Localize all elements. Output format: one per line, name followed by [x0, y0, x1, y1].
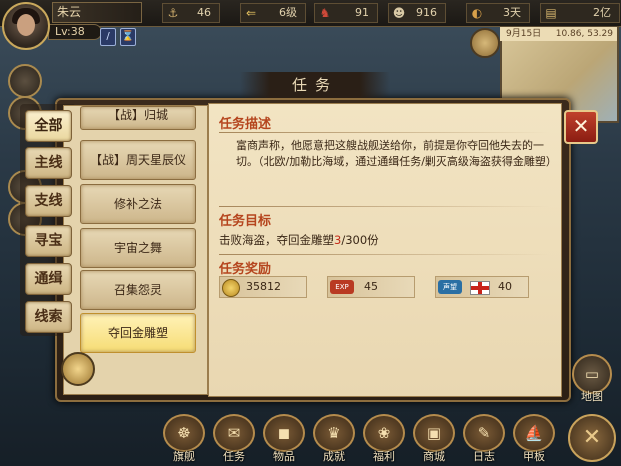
tab-clue[interactable]: 线索	[25, 301, 72, 333]
close-button[interactable]: ✕	[564, 110, 598, 144]
player-avatar[interactable]	[2, 2, 50, 50]
gift-icon: ❀	[363, 414, 405, 452]
arrows-icon: ⇐	[245, 6, 257, 20]
reputation-badge-icon: 声望	[438, 280, 462, 294]
tab-side[interactable]: 支线	[25, 185, 72, 217]
nav-achievement[interactable]: ♛ 成就	[310, 414, 358, 466]
crew-icon: ♞	[319, 6, 331, 20]
nav-items[interactable]: ◼ 物品	[260, 414, 308, 466]
desc-title: 任务描述	[219, 117, 272, 132]
reward-title: 任务奖励	[219, 262, 272, 277]
sailor-icon: ☻	[392, 6, 406, 20]
exp-badge-icon: EXP	[330, 280, 354, 294]
side-button-1[interactable]	[8, 64, 42, 98]
england-flag-icon	[470, 281, 490, 295]
chest-icon: ◼	[263, 414, 305, 452]
divider	[219, 206, 549, 207]
book-icon: ✎	[463, 414, 505, 452]
quest-item[interactable]: 召集怨灵	[80, 270, 196, 310]
goal-title: 任务目标	[219, 214, 272, 229]
quest-item-selected[interactable]: 夺回金雕塑	[80, 313, 196, 353]
shop-chest-icon: ▣	[413, 414, 455, 452]
bread-icon: ◐	[471, 6, 483, 20]
tab-main[interactable]: 主线	[25, 147, 72, 179]
nav-flagship[interactable]: ☸ 旗舰	[160, 414, 208, 466]
compass-icon[interactable]	[470, 28, 500, 58]
quest-item[interactable]: 修补之法	[80, 184, 196, 224]
helm-icon: ☸	[163, 414, 205, 452]
ship-icon: ⛵	[513, 414, 555, 452]
minimap-coords: 10.86, 53.29	[555, 29, 613, 39]
stat-supplies: ◐ 3天	[466, 3, 530, 23]
hourglass-icon[interactable]: ⌛	[120, 28, 136, 46]
stat-sailors: ☻ 916	[388, 3, 446, 23]
reward-reputation: 声望 40	[435, 276, 529, 298]
coin-icon	[222, 279, 240, 297]
quest-item[interactable]: 【战】周天星辰仪	[80, 140, 196, 180]
map-button[interactable]: ▭ 地图	[571, 354, 613, 403]
tab-wanted[interactable]: 通缉	[25, 263, 72, 295]
divider	[219, 132, 549, 133]
reward-coin: 35812	[219, 276, 307, 298]
tab-all[interactable]: 全部	[25, 110, 72, 142]
nav-log[interactable]: ✎ 日志	[460, 414, 508, 466]
reward-exp: EXP 45	[327, 276, 415, 298]
goal-text: 击败海盗，夺回金雕塑3/300份	[219, 233, 379, 247]
nav-welfare[interactable]: ❀ 福利	[360, 414, 408, 466]
desc-text: 富商声称，他愿意把这艘战舰送给你，前提是你夺回他失去的一切。（北欧/加勒比海域，…	[236, 139, 557, 168]
panel-title: 任务	[240, 72, 390, 98]
quill-icon[interactable]: /	[100, 28, 116, 46]
nav-shop[interactable]: ▣ 商城	[410, 414, 458, 466]
player-name: 朱云	[52, 2, 142, 23]
money-icon: ▤	[545, 6, 557, 20]
stat-level: ⇐ 6级	[240, 3, 306, 23]
player-level: Lv:38	[48, 24, 102, 40]
scroll-icon: ✉	[213, 414, 255, 452]
minimap-date: 9月15日	[506, 29, 542, 39]
stat-money: ▤ 2亿	[540, 3, 620, 23]
crossed-swords-icon[interactable]: ✕	[568, 414, 616, 462]
divider	[219, 254, 549, 255]
compass-decor-icon	[61, 352, 95, 386]
nav-deck[interactable]: ⛵ 甲板	[510, 414, 558, 466]
quest-item[interactable]: 【战】归城	[80, 106, 196, 130]
nav-quest[interactable]: ✉ 任务	[210, 414, 258, 466]
trophy-icon: ♛	[313, 414, 355, 452]
stat-anchor: ⚓ 46	[162, 3, 220, 23]
stat-crew: ♞ 91	[314, 3, 378, 23]
tab-treasure[interactable]: 寻宝	[25, 225, 72, 257]
minimap-info: 9月15日 10.86, 53.29	[500, 27, 617, 41]
anchor-icon: ⚓	[167, 6, 179, 20]
quest-item[interactable]: 宇宙之舞	[80, 228, 196, 268]
